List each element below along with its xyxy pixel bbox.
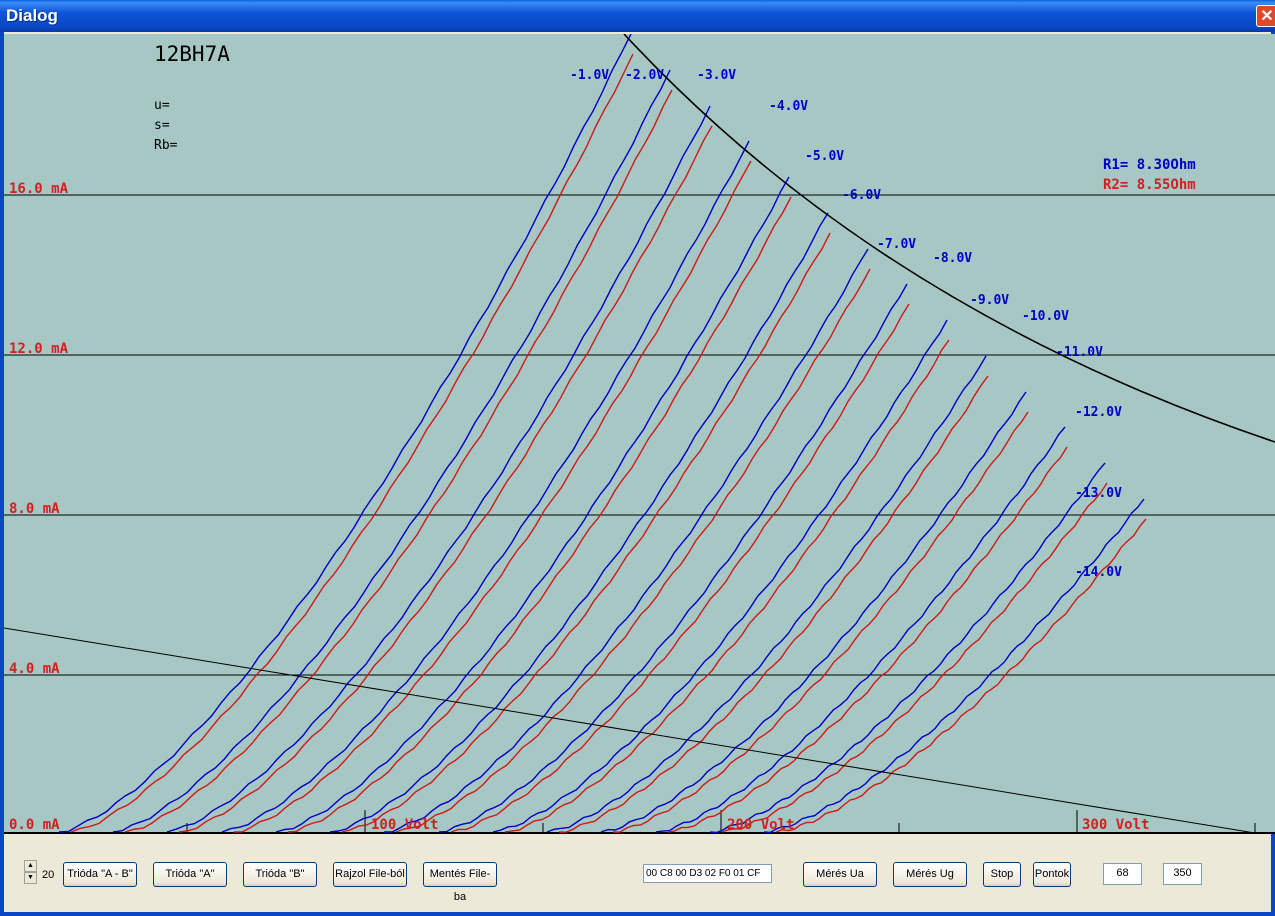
spinner-value: 20	[42, 869, 55, 881]
grid-label: -7.0V	[877, 237, 916, 252]
grid-label: -4.0V	[769, 99, 808, 114]
trioda-ab-button[interactable]: Trióda "A - B"	[63, 862, 137, 887]
blue-trace	[58, 34, 632, 833]
blue-trace	[112, 69, 671, 833]
blue-trace	[546, 355, 987, 833]
window-title: Dialog	[6, 6, 58, 25]
param-u: u=	[154, 98, 170, 113]
grid-label: -8.0V	[933, 251, 972, 266]
blue-trace	[275, 176, 790, 833]
y-label-8ma: 8.0 mA	[9, 501, 60, 517]
red-trace	[558, 375, 989, 833]
grid-label: -10.0V	[1022, 309, 1069, 324]
close-icon[interactable]: ✕	[1256, 5, 1275, 27]
trioda-a-button[interactable]: Trióda "A"	[153, 862, 227, 887]
meres-ua-button[interactable]: Mérés Ua	[803, 862, 877, 887]
load-line	[4, 627, 1256, 834]
tube-name: 12BH7A	[154, 42, 230, 66]
r1-label: R1= 8.30Ohm	[1103, 157, 1196, 173]
stop-button[interactable]: Stop	[983, 862, 1021, 887]
red-trace	[233, 160, 752, 833]
red-trace	[178, 125, 713, 833]
grid-label: -2.0V	[625, 68, 664, 83]
param-s: s=	[154, 118, 170, 133]
red-trace	[504, 339, 950, 833]
blue-trace	[655, 426, 1066, 833]
red-trace	[395, 268, 871, 833]
grid-label: -12.0V	[1075, 405, 1122, 420]
spinner-down-icon[interactable]: ▼	[24, 872, 37, 884]
meres-ug-button[interactable]: Mérés Ug	[893, 862, 967, 887]
blue-trace	[329, 212, 829, 833]
y-label-0ma: 0.0 mA	[9, 817, 60, 833]
red-trace	[612, 411, 1029, 833]
red-trace	[70, 53, 634, 833]
x-label-100v: 100 Volt	[371, 817, 438, 833]
r2-label: R2= 8.55Ohm	[1103, 177, 1196, 193]
rajzol-file-button[interactable]: Rajzol File-ból	[333, 862, 407, 887]
grid-label: -5.0V	[805, 149, 844, 164]
grid-label: -9.0V	[970, 293, 1009, 308]
red-trace	[667, 446, 1068, 833]
grid-label: -3.0V	[697, 68, 736, 83]
blue-trace	[600, 391, 1027, 833]
pontok-button[interactable]: Pontok	[1033, 862, 1071, 887]
hex-data-field[interactable]: 00 C8 00 D3 02 F0 01 CF	[643, 864, 772, 883]
value-field-2[interactable]: 350	[1163, 863, 1202, 885]
plot-area: 12BH7A u= s= Rb= R1= 8.30Ohm R2= 8.55Ohm…	[4, 34, 1275, 834]
x-label-300v: 300 Volt	[1082, 817, 1149, 833]
y-label-4ma: 4.0 mA	[9, 661, 60, 677]
gridlines	[4, 194, 1275, 834]
grid-label: -11.0V	[1056, 345, 1103, 360]
value-field-1[interactable]: 68	[1103, 863, 1142, 885]
blue-trace	[221, 140, 750, 833]
spinner-up-icon[interactable]: ▲	[24, 860, 37, 872]
grid-label: -1.0V	[570, 68, 609, 83]
grid-label: -6.0V	[842, 188, 881, 203]
y-label-16ma: 16.0 mA	[9, 181, 69, 197]
window-frame-bottom	[0, 912, 1275, 916]
grid-label: -13.0V	[1075, 486, 1122, 501]
mentes-file-button[interactable]: Mentés File-ba	[423, 862, 497, 903]
x-label-200v: 200 Volt	[727, 817, 794, 833]
trioda-b-button[interactable]: Trióda "B"	[243, 862, 317, 887]
title-bar[interactable]: Dialog ✕	[0, 0, 1275, 32]
characteristic-curves	[58, 34, 1147, 834]
y-label-12ma: 12.0 mA	[9, 341, 69, 357]
characteristic-plot: 12BH7A u= s= Rb= R1= 8.30Ohm R2= 8.55Ohm…	[4, 34, 1275, 834]
param-rb: Rb=	[154, 138, 178, 153]
max-dissipation-curve	[623, 34, 1275, 443]
blue-trace	[166, 105, 711, 833]
grid-label: -14.0V	[1075, 565, 1122, 580]
